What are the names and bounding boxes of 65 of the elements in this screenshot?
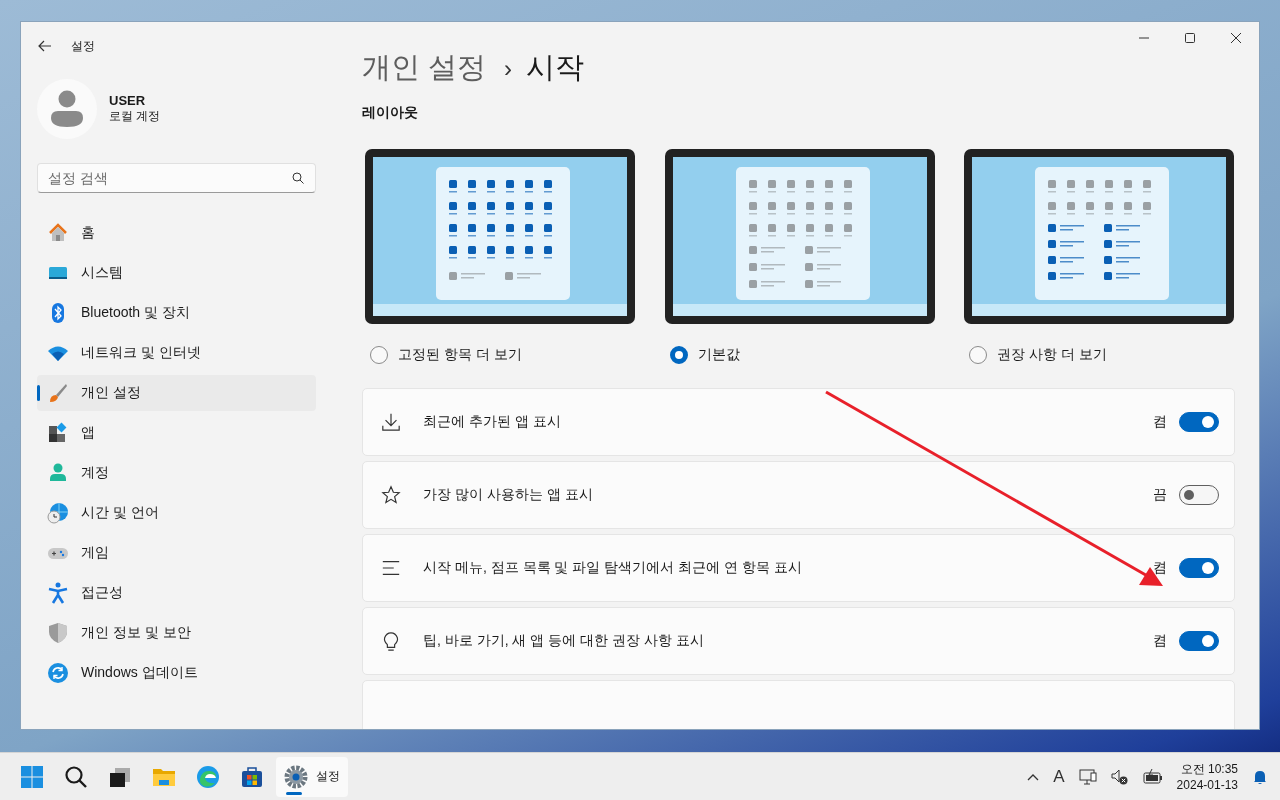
nav-item[interactable]: 시간 및 언어 bbox=[37, 495, 316, 531]
gear-icon bbox=[284, 764, 308, 789]
breadcrumb-parent[interactable]: 개인 설정 bbox=[362, 48, 487, 88]
home-icon bbox=[47, 222, 69, 244]
toggle-state-label: 끔 bbox=[1153, 486, 1167, 504]
search-icon[interactable] bbox=[64, 764, 88, 789]
nav-item[interactable]: 시스템 bbox=[37, 255, 316, 291]
toggle-state-label: 켬 bbox=[1153, 559, 1167, 577]
battery-charging-icon[interactable] bbox=[1142, 767, 1163, 786]
section-heading: 레이아웃 bbox=[362, 104, 419, 122]
radio-button[interactable]: 권장 사항 더 보기 bbox=[969, 346, 1107, 364]
maximize-icon bbox=[1185, 33, 1195, 43]
store-icon[interactable] bbox=[240, 764, 264, 789]
toggle-switch[interactable] bbox=[1179, 485, 1219, 505]
clock[interactable]: 오전 10:35 2024-01-13 bbox=[1176, 760, 1238, 793]
accessibility-icon bbox=[47, 582, 69, 604]
radio-button[interactable]: 기본값 bbox=[669, 346, 740, 364]
start-button[interactable] bbox=[20, 764, 44, 789]
radio-button[interactable]: 고정된 항목 더 보기 bbox=[370, 346, 522, 364]
person-icon bbox=[47, 462, 69, 484]
network-icon[interactable] bbox=[1078, 767, 1097, 786]
nav-item[interactable]: 앱 bbox=[37, 415, 316, 451]
toggle-switch[interactable] bbox=[1179, 558, 1219, 578]
setting-label: 팁, 바로 가기, 새 앱 등에 대한 권장 사항 표시 bbox=[423, 632, 705, 650]
nav-item[interactable]: 게임 bbox=[37, 535, 316, 571]
page-title: 시작 bbox=[526, 50, 585, 85]
setting-label: 시작 메뉴, 점프 목록 및 파일 탐색기에서 최근에 연 항목 표시 bbox=[423, 559, 803, 577]
browser-icon[interactable] bbox=[196, 764, 220, 789]
paintbrush-icon bbox=[47, 382, 69, 404]
sync-icon bbox=[47, 662, 69, 684]
breadcrumb-separator: › bbox=[504, 55, 513, 83]
shield-icon bbox=[47, 622, 69, 644]
star-icon bbox=[381, 485, 401, 505]
search-icon bbox=[292, 172, 304, 184]
chevron-up-icon[interactable] bbox=[1027, 772, 1040, 781]
apps-icon bbox=[47, 422, 69, 444]
search-field[interactable]: 설정 검색 bbox=[37, 163, 316, 193]
bell-icon[interactable] bbox=[1252, 768, 1268, 785]
list-icon bbox=[381, 558, 401, 578]
lightbulb-icon bbox=[381, 631, 401, 651]
account-name: USER bbox=[109, 93, 147, 108]
globe-clock-icon bbox=[47, 502, 69, 524]
close-icon bbox=[1231, 33, 1241, 43]
taskbar-app[interactable]: 설정 bbox=[276, 756, 348, 797]
nav-item[interactable]: 접근성 bbox=[37, 575, 316, 611]
clock-date: 2024-01-13 bbox=[1176, 776, 1238, 793]
toggle-switch[interactable] bbox=[1179, 412, 1219, 432]
nav-item[interactable]: 계정 bbox=[37, 455, 316, 491]
account-type: 로컬 계정 bbox=[109, 108, 161, 125]
clock-time: 오전 10:35 bbox=[1179, 760, 1238, 777]
speaker-muted-icon[interactable] bbox=[1110, 767, 1129, 786]
nav-item[interactable]: 홈 bbox=[37, 215, 316, 251]
window-title: 설정 bbox=[71, 37, 95, 55]
nav-item[interactable]: 개인 설정 bbox=[37, 375, 316, 411]
setting-label: 최근에 추가된 앱 표시 bbox=[423, 413, 562, 431]
download-icon bbox=[381, 412, 401, 432]
nav-item[interactable]: 개인 정보 및 보안 bbox=[37, 615, 316, 651]
input-indicator[interactable]: A bbox=[1053, 766, 1065, 787]
nav-item[interactable]: Bluetooth 및 장치 bbox=[37, 295, 316, 331]
nav-item[interactable]: Windows 업데이트 bbox=[37, 655, 316, 691]
nav-item[interactable]: 네트워크 및 인터넷 bbox=[37, 335, 316, 371]
toggle-state-label: 켬 bbox=[1153, 413, 1167, 431]
toggle-switch[interactable] bbox=[1179, 631, 1219, 651]
setting-label: 가장 많이 사용하는 앱 표시 bbox=[423, 486, 594, 504]
toggle-state-label: 켬 bbox=[1153, 632, 1167, 650]
